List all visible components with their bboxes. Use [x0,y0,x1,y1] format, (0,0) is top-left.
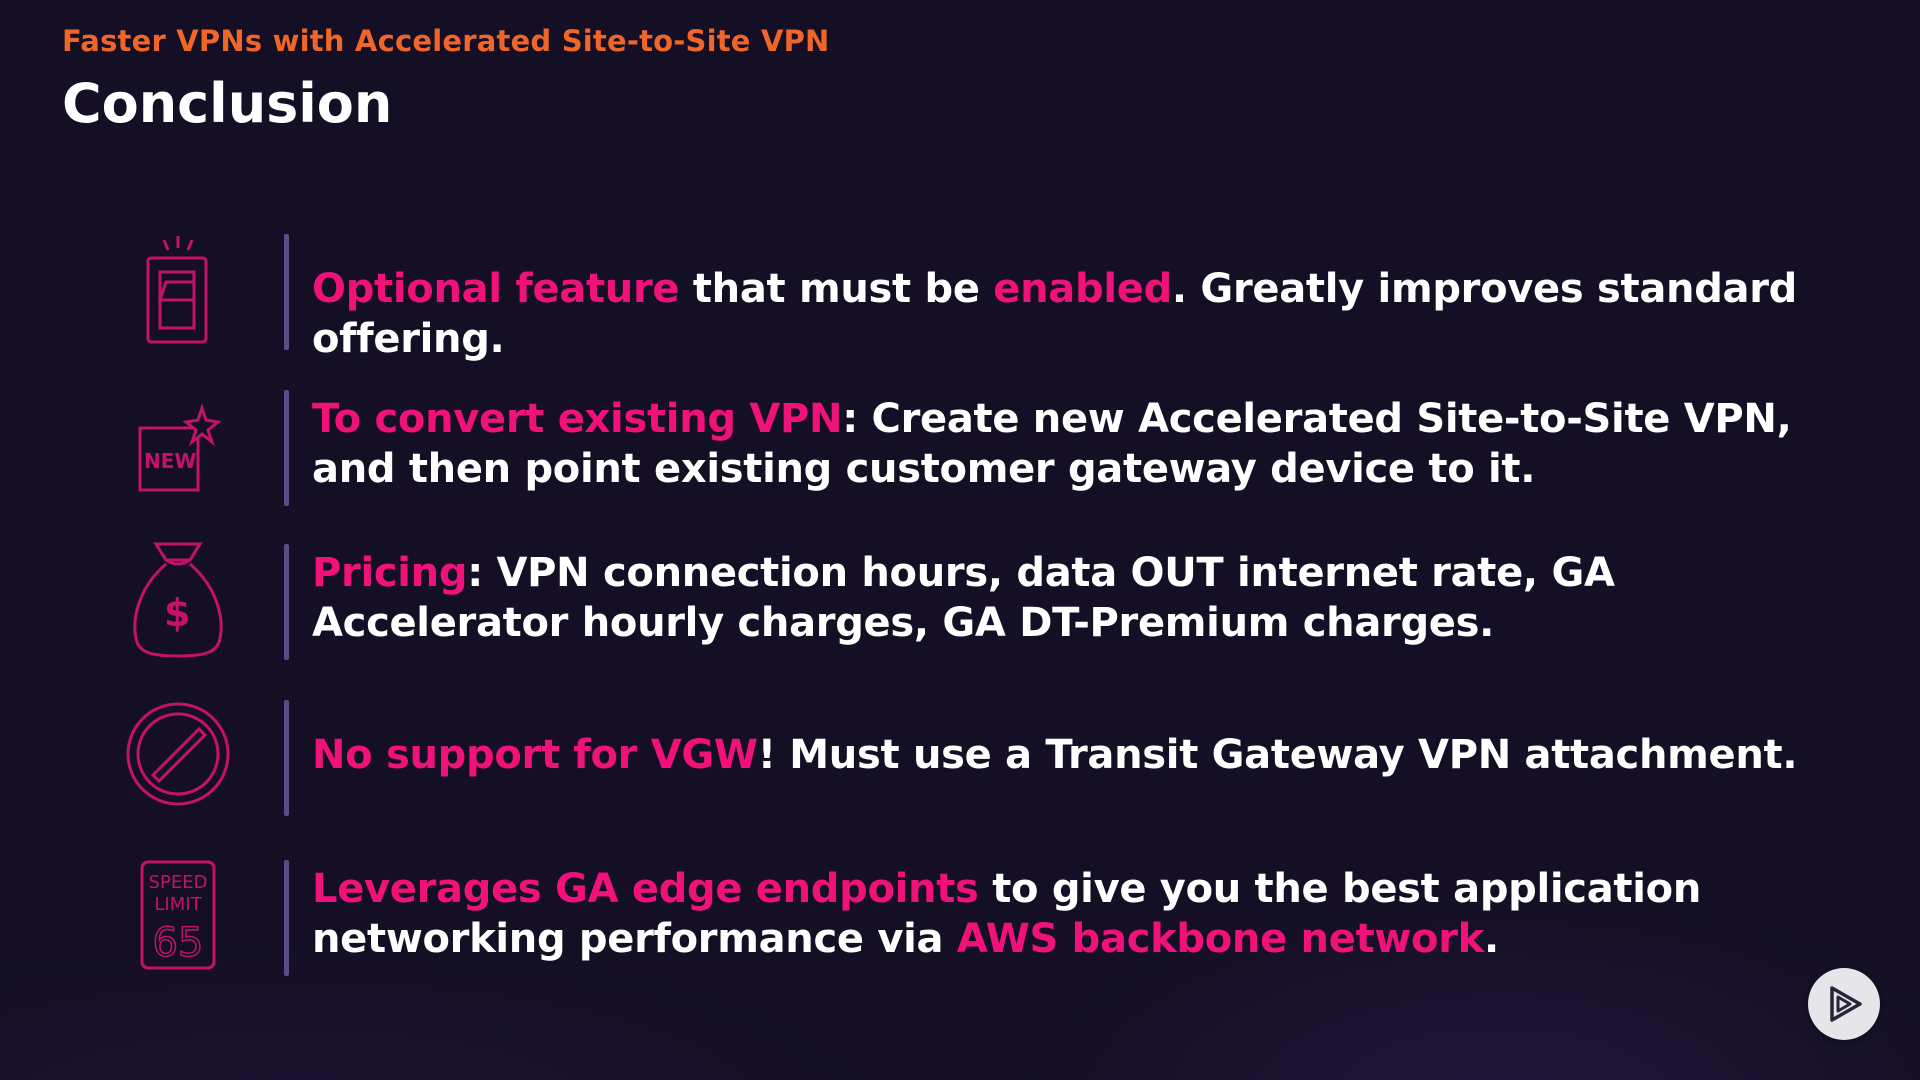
toggle-switch-icon [118,234,238,354]
highlight-text: To convert existing VPN [312,396,843,442]
page-title: Conclusion [62,72,393,135]
body-text: that must be [679,266,994,312]
point-divider [284,544,289,660]
new-badge-icon: NEW [118,390,238,510]
point-text: Optional feature that must be enabled. G… [312,264,1872,364]
speed-limit-sign-icon: SPEED LIMIT 65 [118,856,238,976]
body-text: ! Must use a Transit Gateway VPN attachm… [757,732,1798,778]
highlight-text: Pricing [312,550,468,596]
play-logo-button[interactable] [1808,968,1880,1040]
course-subtitle: Faster VPNs with Accelerated Site-to-Sit… [62,24,830,58]
highlight-text: Optional feature [312,266,680,312]
play-logo-icon [1830,986,1862,1022]
point-divider [284,390,289,506]
point-text: To convert existing VPN: Create new Acce… [312,394,1872,494]
highlight-text: Leverages GA edge endpoints [312,866,979,912]
speed-text: SPEED [149,872,208,893]
point-divider [284,860,289,976]
point-text: Leverages GA edge endpoints to give you … [312,864,1872,964]
speed-number-text: 65 [153,920,204,966]
dollar-sign-text: $ [164,591,190,635]
point-text: Pricing: VPN connection hours, data OUT … [312,548,1872,648]
prohibited-icon [118,694,238,814]
highlight-text: No support for VGW [312,732,758,778]
money-bag-icon: $ [118,540,238,660]
point-text: No support for VGW! Must use a Transit G… [312,730,1872,780]
body-text: . [1483,916,1499,962]
limit-text: LIMIT [154,894,202,915]
highlight-text: AWS backbone network [956,916,1484,962]
point-divider [284,234,289,350]
new-badge-text: NEW [144,449,196,473]
body-text: : VPN connection hours, data OUT interne… [312,550,1615,646]
highlight-text: enabled [993,266,1172,312]
point-divider [284,700,289,816]
